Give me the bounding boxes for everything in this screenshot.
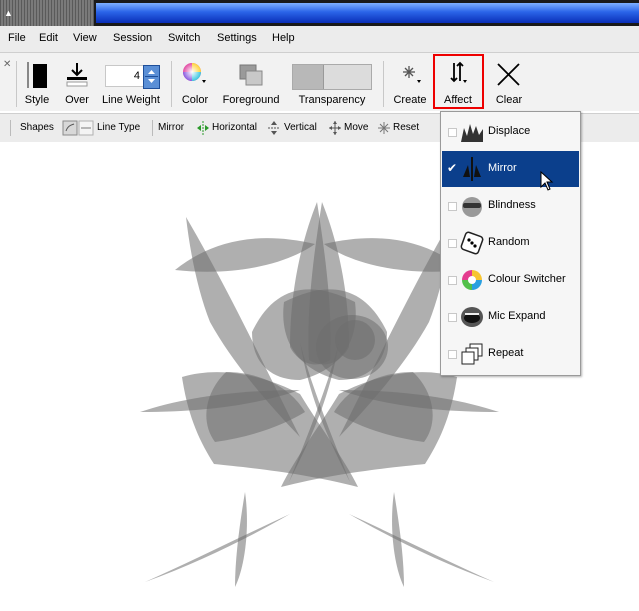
transparency-slider[interactable] (292, 64, 372, 90)
line-weight-control: 4 Line Weight (100, 53, 162, 111)
displace-icon (461, 124, 483, 142)
mirror-icon (463, 157, 481, 181)
affect-item-displace[interactable]: Displace (442, 114, 579, 150)
line-type-icon[interactable] (62, 120, 94, 139)
repeat-icon (461, 343, 483, 365)
affect-item-colour-switcher[interactable]: Colour Switcher (442, 262, 579, 298)
affect-dropdown: Displace ✔ Mirror Blindness Random Colou… (440, 111, 581, 376)
menu-settings[interactable]: Settings (217, 32, 257, 44)
horizontal-label[interactable]: Horizontal (212, 122, 257, 133)
stepper-arrows-icon (145, 70, 158, 83)
unchecked-box-icon (448, 313, 457, 322)
menu-bar: File Edit View Session Switch Settings H… (0, 26, 639, 53)
window-tab[interactable]: ▲ (0, 0, 94, 26)
unchecked-box-icon (448, 350, 457, 359)
vertical-label[interactable]: Vertical (284, 122, 317, 133)
style-swatch-icon (27, 62, 47, 88)
layer-down-icon (66, 63, 88, 87)
vertical-mirror-icon[interactable] (267, 120, 281, 139)
toolbar: ✕ Style Over 4 Line Weight Color Foregro… (0, 53, 639, 111)
toolbar-divider (171, 61, 172, 107)
line-weight-label: Line Weight (102, 94, 160, 106)
color-label: Color (181, 94, 209, 106)
affect-item-random[interactable]: Random (442, 225, 579, 261)
toolbar-close-icon[interactable]: ✕ (3, 59, 11, 70)
over-button[interactable]: Over (60, 53, 94, 111)
menu-switch[interactable]: Switch (168, 32, 200, 44)
unchecked-box-icon (448, 239, 457, 248)
affect-item-mirror[interactable]: ✔ Mirror (442, 151, 579, 191)
toolbar-divider (383, 61, 384, 107)
menu-session[interactable]: Session (113, 32, 152, 44)
menu-help[interactable]: Help (272, 32, 295, 44)
over-label: Over (65, 94, 89, 106)
affect-item-mic-expand[interactable]: Mic Expand (442, 299, 579, 335)
transparency-control[interactable]: Transparency (292, 53, 372, 111)
color-button[interactable]: Color (178, 53, 212, 111)
toolbar-divider (16, 61, 17, 107)
clear-x-icon (497, 63, 520, 86)
unchecked-box-icon (448, 128, 457, 137)
foreground-label: Foreground (222, 94, 280, 106)
unchecked-box-icon (448, 202, 457, 211)
mic-expand-icon (461, 307, 483, 327)
reset-label[interactable]: Reset (393, 122, 419, 133)
unchecked-box-icon (448, 276, 457, 285)
dice-icon (460, 231, 484, 255)
shapes-label[interactable]: Shapes (20, 122, 54, 133)
style-label: Style (24, 94, 50, 106)
clear-label: Clear (495, 94, 523, 106)
blindness-icon (462, 197, 482, 217)
transparency-label: Transparency (298, 94, 366, 106)
foreground-layers-icon (239, 64, 263, 86)
line-weight-input[interactable]: 4 (105, 65, 145, 87)
affect-item-blindness[interactable]: Blindness (442, 188, 579, 224)
style-button[interactable]: Style (22, 53, 52, 111)
window-menu-icon[interactable]: ▲ (4, 8, 18, 18)
move-label[interactable]: Move (344, 122, 368, 133)
mirror-label: Mirror (158, 122, 185, 133)
drawing-center-core (335, 320, 375, 360)
title-bar-fill[interactable] (96, 3, 639, 23)
line-weight-value: 4 (133, 70, 140, 82)
line-weight-stepper[interactable] (143, 65, 160, 89)
create-label: Create (393, 94, 427, 106)
menu-edit[interactable]: Edit (39, 32, 58, 44)
clear-button[interactable]: Clear (490, 53, 528, 111)
move-icon[interactable] (328, 120, 342, 139)
menu-file[interactable]: File (8, 32, 26, 44)
colour-switcher-icon (462, 270, 482, 290)
reset-icon[interactable] (377, 120, 391, 139)
subbar-divider (10, 120, 11, 136)
create-button[interactable]: Create (390, 53, 430, 111)
affect-highlight-box (433, 54, 484, 109)
foreground-button[interactable]: Foreground (220, 53, 282, 111)
color-wheel-icon (183, 63, 206, 83)
check-icon: ✔ (447, 161, 458, 175)
line-type-label[interactable]: Line Type (97, 122, 140, 133)
transparency-slider-fill (293, 65, 324, 89)
affect-item-repeat[interactable]: Repeat (442, 336, 579, 372)
title-bar: ▲ (0, 0, 639, 26)
horizontal-mirror-icon[interactable] (196, 120, 210, 139)
menu-view[interactable]: View (73, 32, 97, 44)
sparkle-icon (403, 66, 421, 83)
subbar-divider (152, 120, 153, 136)
